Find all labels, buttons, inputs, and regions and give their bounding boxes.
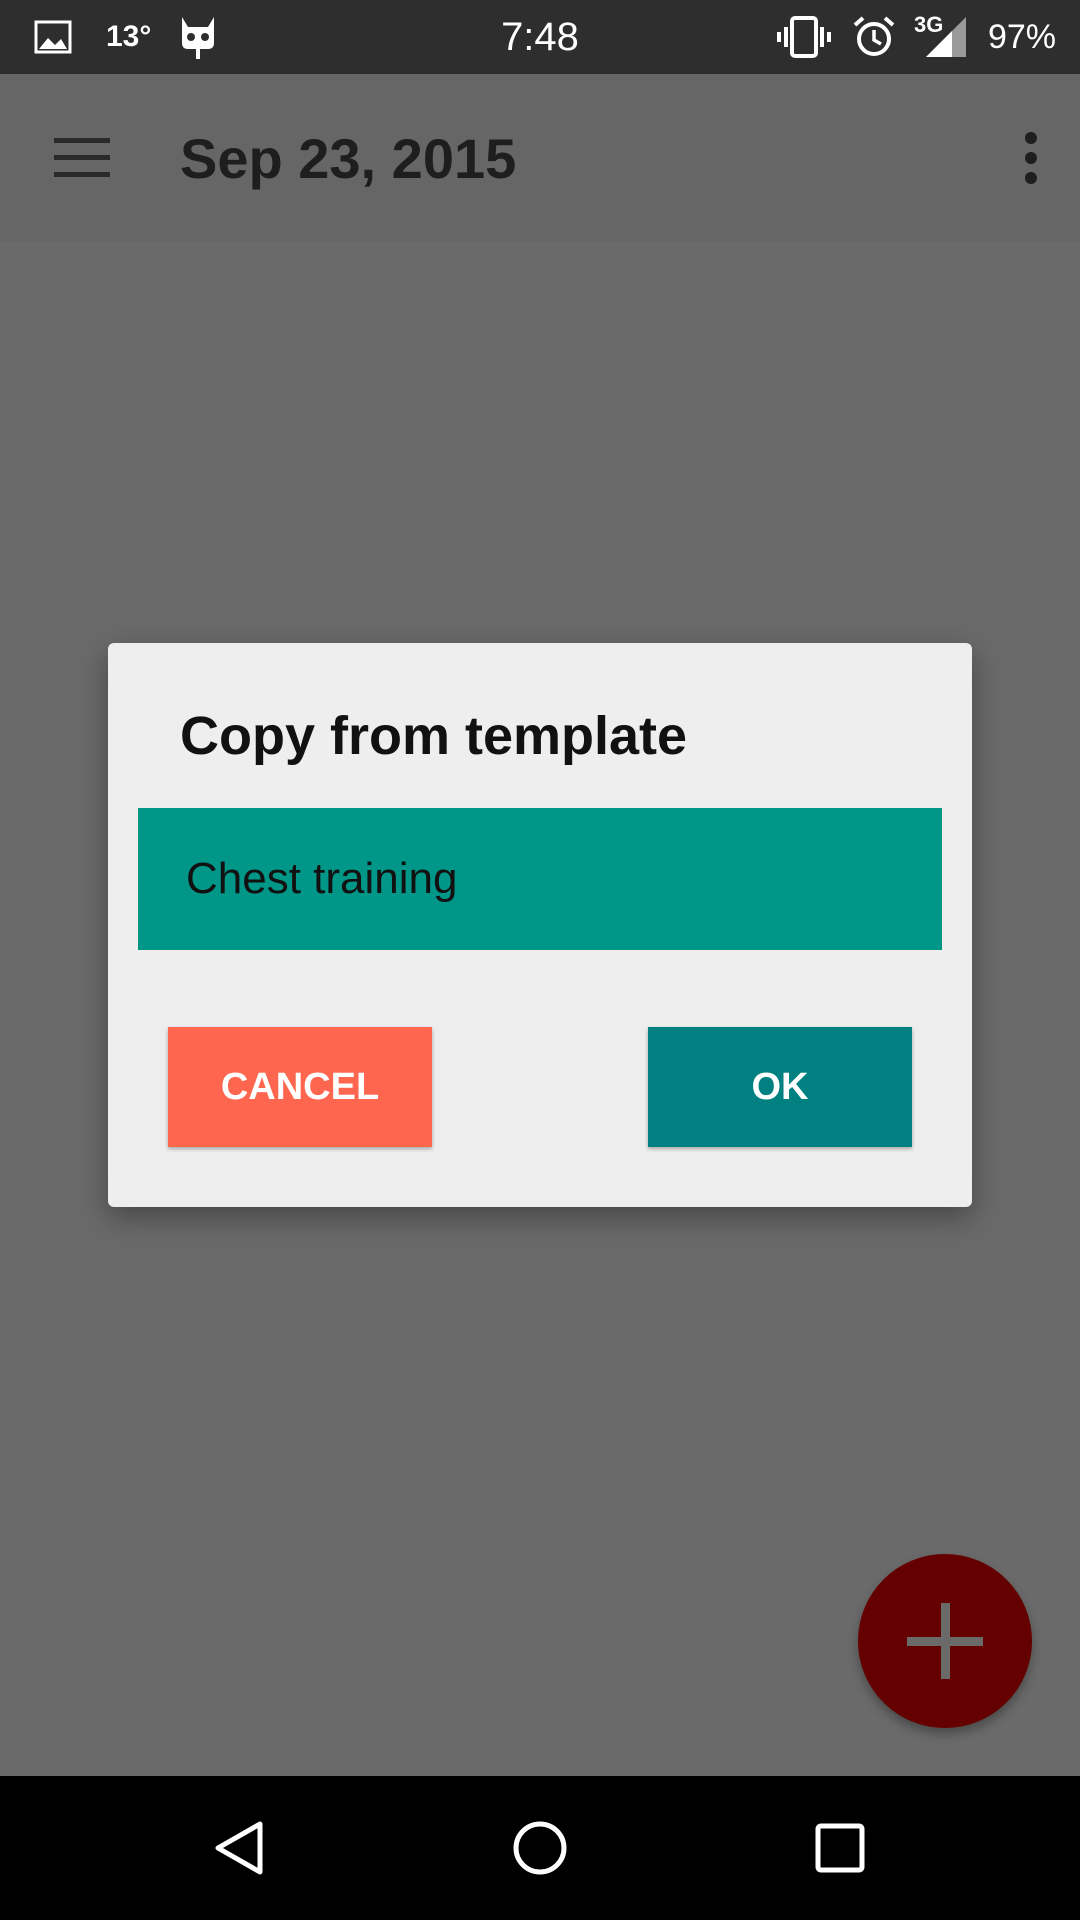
vibrate-icon [776,0,832,74]
template-list-item[interactable]: Chest training [138,808,942,950]
add-fab-button[interactable] [858,1554,1032,1728]
back-icon [215,1821,263,1875]
page-title: Sep 23, 2015 [180,126,517,190]
recents-icon [815,1823,865,1873]
alarm-icon [852,0,896,74]
status-bar: 13° 7:48 3G 97% [0,0,1080,74]
add-icon [907,1603,983,1679]
copy-template-dialog: Copy from template Chest training CANCEL… [108,643,972,1207]
signal-icon [924,0,968,74]
battery-level: 97% [987,17,1056,56]
home-icon [513,1821,567,1875]
template-item-label: Chest training [186,854,458,903]
home-button[interactable] [450,1776,630,1920]
ok-button[interactable]: OK [648,1027,912,1147]
cancel-button[interactable]: CANCEL [168,1027,432,1147]
dialog-title: Copy from template [180,706,688,766]
recents-button[interactable] [750,1776,930,1920]
app-bar: Sep 23, 2015 [0,74,1080,242]
navigation-bar [0,1776,1080,1920]
back-button[interactable] [150,1776,330,1920]
more-vert-icon[interactable] [1016,130,1046,186]
menu-icon[interactable] [52,134,112,182]
